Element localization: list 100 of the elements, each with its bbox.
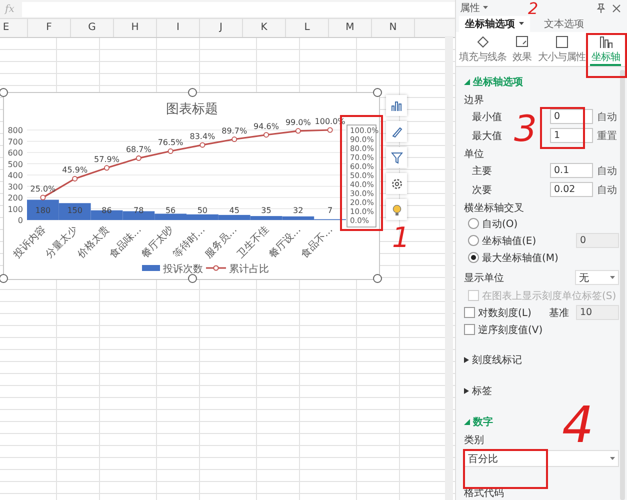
resize-handle[interactable] — [0, 88, 8, 97]
column-header[interactable]: F — [28, 19, 71, 37]
checkbox-label[interactable]: 逆序刻度值(V) — [478, 322, 543, 336]
axis-tick-label: 700 — [8, 137, 23, 146]
group-label: 单位 — [464, 148, 484, 161]
filter-icon — [390, 152, 402, 164]
panel-tab[interactable]: 文本选项 — [538, 16, 590, 32]
column-header[interactable]: N — [372, 19, 415, 37]
input-field[interactable]: 0.02 — [550, 182, 593, 197]
data-label: 89.7% — [222, 126, 248, 136]
column-header[interactable]: E — [0, 19, 28, 37]
scrollbar[interactable] — [445, 36, 453, 500]
checkbox[interactable] — [464, 324, 475, 335]
collapsed-arrow-icon — [464, 357, 469, 363]
dropdown[interactable]: 无 — [575, 270, 619, 285]
property-tab[interactable]: 填充与线条 — [458, 35, 508, 66]
pin-icon[interactable] — [596, 3, 606, 13]
radio-label[interactable]: 自动(O) — [482, 216, 518, 230]
chart-style-button[interactable] — [386, 121, 407, 142]
settings-icon — [390, 178, 402, 190]
checkbox[interactable] — [464, 307, 475, 318]
column-header[interactable]: I — [157, 19, 200, 37]
selected-axis-frame[interactable] — [346, 124, 376, 228]
data-label: 7 — [328, 206, 333, 215]
idea-button[interactable] — [386, 199, 407, 220]
action-button[interactable]: 自动 — [597, 164, 617, 178]
annotation-number: 3 — [514, 112, 537, 148]
caret-icon — [483, 6, 488, 10]
radio-button[interactable] — [468, 252, 479, 263]
annotation-number: 2 — [528, 1, 538, 17]
dropdown[interactable]: 百分比 — [464, 450, 619, 467]
axis-tick-label: 0 — [18, 216, 23, 225]
column-header[interactable]: J — [200, 19, 243, 37]
axis-tick-label: 400 — [8, 171, 23, 180]
input-field[interactable]: 0 — [576, 233, 619, 248]
section-header[interactable]: 刻度线标记 — [464, 351, 522, 369]
resize-handle[interactable] — [188, 88, 197, 97]
radio-label[interactable]: 坐标轴值(E) — [482, 234, 536, 248]
close-icon[interactable] — [612, 4, 621, 12]
data-label: 35 — [261, 206, 272, 215]
bar-chart-icon — [598, 35, 613, 49]
checkbox-label[interactable]: 对数刻度(L) — [478, 306, 532, 320]
chart-filter-button[interactable] — [386, 147, 407, 168]
radio-button[interactable] — [468, 235, 479, 246]
column-header[interactable]: L — [286, 19, 329, 37]
square-icon — [515, 35, 530, 49]
collapsed-arrow-icon — [464, 388, 469, 394]
resize-handle[interactable] — [373, 274, 382, 283]
panel-title[interactable]: 属性 — [460, 1, 488, 15]
group-label: 横坐标轴交叉 — [464, 202, 524, 215]
data-label: 25.0% — [30, 184, 56, 194]
input-field[interactable]: 10 — [576, 305, 619, 320]
annotation-box — [540, 107, 585, 149]
field-label: 最大值 — [472, 130, 503, 142]
formula-input[interactable] — [22, 2, 455, 16]
chart-area[interactable] — [3, 92, 380, 280]
action-button[interactable]: 自动 — [597, 182, 617, 196]
axis-tick-label: 800 — [8, 126, 23, 135]
annotation-number: 1 — [392, 224, 410, 252]
action-button[interactable]: 重置 — [597, 128, 617, 142]
property-tab[interactable]: 坐标轴 — [590, 35, 621, 66]
column-header[interactable]: M — [329, 19, 372, 37]
axis-tick-label: 600 — [8, 148, 23, 158]
action-button[interactable]: 自动 — [597, 110, 617, 124]
input-field[interactable]: 1 — [550, 128, 593, 143]
data-label: 45.9% — [62, 166, 88, 175]
field-label: 主要 — [472, 164, 493, 178]
settings-button[interactable] — [386, 173, 407, 194]
scrollbar[interactable] — [620, 70, 625, 500]
legend-label: 累计占比 — [229, 264, 269, 275]
input-field[interactable]: 0 — [550, 109, 593, 124]
legend-swatch — [142, 265, 160, 271]
column-header[interactable]: H — [114, 19, 157, 37]
panel-tab[interactable]: 坐标轴选项 — [459, 16, 530, 32]
data-label: 50 — [197, 206, 208, 215]
radio-button[interactable] — [468, 218, 479, 229]
legend-line-icon — [206, 265, 226, 271]
section-header[interactable]: 标签 — [464, 382, 492, 400]
expanded-arrow-icon — [464, 419, 470, 425]
resize-handle[interactable] — [373, 88, 382, 97]
input-field[interactable]: 0.1 — [550, 163, 593, 178]
data-label: 76.5% — [158, 138, 184, 148]
resize-handle[interactable] — [188, 274, 197, 283]
radio-label[interactable]: 最大坐标轴值(M) — [482, 250, 558, 264]
property-tab[interactable]: 效果 — [512, 35, 533, 66]
chart-elements-button[interactable] — [386, 95, 407, 116]
square-icon — [554, 35, 569, 49]
annotation-box — [586, 33, 627, 78]
caret-icon — [610, 456, 615, 460]
resize-handle[interactable] — [0, 274, 8, 283]
column-header[interactable]: G — [71, 19, 114, 37]
axis-tick-label: 300 — [8, 182, 23, 192]
property-tab[interactable]: 大小与属性 — [536, 35, 586, 66]
column-header[interactable]: K — [243, 19, 286, 37]
brush-icon — [390, 126, 402, 138]
data-label: 68.7% — [126, 145, 152, 154]
data-label: 99.0% — [285, 118, 311, 127]
data-label: 83.4% — [190, 132, 216, 141]
data-label: 180 — [35, 206, 51, 215]
fx-label: fx — [4, 4, 16, 14]
